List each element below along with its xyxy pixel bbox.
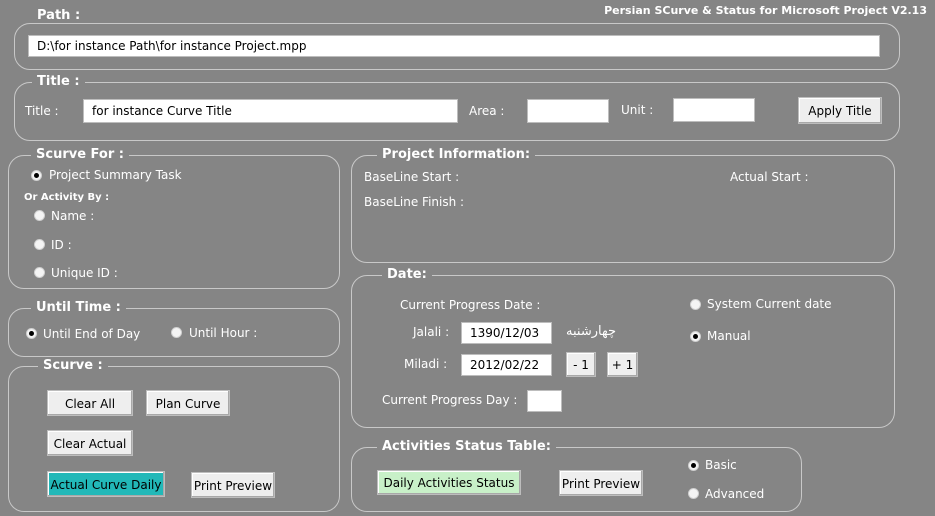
advanced-radio[interactable] [688,488,699,499]
advanced-label: Advanced [705,487,765,501]
area-input[interactable] [527,99,609,123]
weekday-persian-label: چهارشنبه [566,324,616,339]
activities-legend: Activities Status Table: [377,439,556,454]
plan-curve-button[interactable]: Plan Curve [146,390,230,416]
or-activity-by-label: Or Activity By : [24,192,110,203]
plus-one-day-button[interactable]: + 1 [607,352,638,377]
clear-actual-button[interactable]: Clear Actual [47,430,133,456]
unique-id-label: Unique ID : [51,266,118,280]
scurve-for-legend: Scurve For : [31,147,129,162]
title-input[interactable]: for instance Curve Title [83,99,458,123]
end-of-day-radio[interactable] [26,328,37,339]
scurve-legend: Scurve : [38,358,108,373]
project-info-legend: Project Information: [377,147,536,162]
baseline-start-label: BaseLine Start : [364,170,460,184]
id-radio[interactable] [34,239,45,250]
daily-activities-status-button[interactable]: Daily Activities Status [377,470,521,495]
actual-curve-daily-button[interactable]: Actual Curve Daily [47,471,165,497]
end-of-day-label: Until End of Day [43,327,141,341]
current-progress-day-label: Current Progress Day : [382,393,518,407]
name-radio[interactable] [34,210,45,221]
until-hour-label: Until Hour : [189,326,258,340]
system-current-date-radio[interactable] [690,299,701,310]
until-time-legend: Until Time : [31,300,126,315]
area-label: Area : [469,104,505,118]
miladi-label: Miladi : [404,357,448,371]
basic-radio[interactable] [688,460,699,471]
title-legend: Title : [32,74,85,89]
system-current-date-label: System Current date [707,297,832,311]
progress-day-input[interactable] [527,390,562,412]
unit-label: Unit : [621,103,654,117]
scurve-print-preview-button[interactable]: Print Preview [191,472,275,498]
title-label: Title : [25,104,59,118]
apply-title-button[interactable]: Apply Title [798,97,882,124]
unique-id-radio[interactable] [34,267,45,278]
until-hour-radio[interactable] [171,327,182,338]
minus-one-day-button[interactable]: - 1 [566,352,596,377]
unit-input[interactable] [673,98,755,122]
manual-radio[interactable] [690,331,701,342]
name-label: Name : [51,209,95,223]
app-title: Persian SCurve & Status for Microsoft Pr… [604,4,927,17]
basic-label: Basic [705,458,737,472]
baseline-finish-label: BaseLine Finish : [364,195,465,209]
jalali-label: Jalali : [413,325,450,339]
manual-label: Manual [707,329,751,343]
jalali-date-input[interactable]: 1390/12/03 [461,322,552,344]
summary-task-radio[interactable] [31,170,42,181]
actual-start-label: Actual Start : [730,170,809,184]
path-input[interactable]: D:\for instance Path\for instance Projec… [28,35,880,57]
clear-all-button[interactable]: Clear All [47,390,133,416]
activities-print-preview-button[interactable]: Print Preview [559,470,643,496]
miladi-date-input[interactable]: 2012/02/22 [461,354,552,376]
current-progress-date-label: Current Progress Date : [400,298,541,312]
date-legend: Date: [382,267,432,282]
path-legend: Path : [32,8,86,23]
id-label: ID : [51,238,72,252]
summary-task-label: Project Summary Task [49,168,182,182]
